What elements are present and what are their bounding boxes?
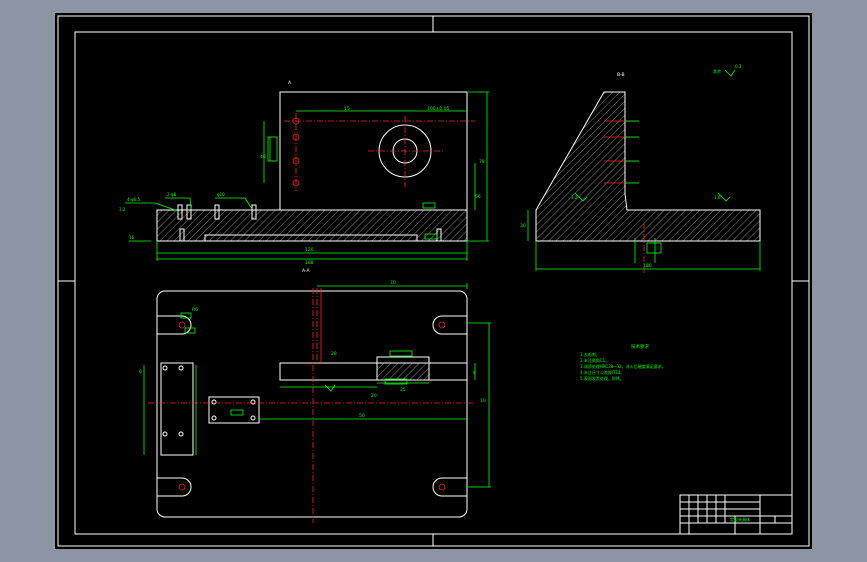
dim-40: 40 [260, 154, 266, 160]
dim-188: 188 [305, 260, 314, 266]
top-dim-70: 70 [390, 280, 396, 286]
dim-100: 100±0.05 [427, 106, 450, 112]
notes-title: 技术要求 [631, 343, 649, 350]
dim-56: 56 [475, 194, 481, 200]
top-plate-outline [156, 290, 468, 518]
top-dim-20: 20 [371, 393, 377, 399]
label-phi: φ10 [217, 192, 225, 197]
top-dim-10: 10 [480, 398, 486, 404]
general-roughness: 其余 [713, 68, 721, 74]
note-line-4: 4.未注尺寸公差按IT14。 [580, 369, 625, 375]
top-dim-25: 25 [400, 387, 406, 393]
top-dim-6: 6 [139, 369, 142, 375]
cad-viewport[interactable]: A 15 100±0.05 120 188 78 40 56 4-φ6.5 2-… [0, 0, 867, 562]
note-line-3: 3.调质处理HRC28~32，淬火后硬度满足要求。 [580, 363, 666, 369]
label-4-holes: 4-φ6.5 [127, 197, 140, 202]
label-16: 16 [129, 235, 135, 240]
top-dim-8: 8 [473, 370, 476, 376]
outer-border [57, 15, 810, 547]
side-view-label: B-B [617, 72, 625, 78]
general-roughness-value: 6.3 [735, 64, 742, 69]
note-line-2: 2.未注倒角C1。 [580, 357, 609, 363]
side-roughness-b: 1.6 [714, 195, 721, 200]
title-block: 定位夹具体 [679, 494, 793, 535]
front-view-label: A [288, 80, 292, 86]
top-dim-50: 50 [359, 413, 365, 419]
title-block-part-name: 定位夹具体 [730, 516, 750, 522]
label-2-holes: 2-φ8 [167, 192, 177, 197]
top-view: A-A 70 50 28 20 25 8 10 R6 6 [139, 268, 491, 523]
top-dim-28: 28 [331, 351, 337, 357]
side-dim-width: 180 [643, 263, 652, 269]
dim-15: 15 [344, 106, 350, 112]
side-roughness-a: 3.2 [571, 195, 578, 200]
front-base-section [156, 209, 468, 242]
note-line-5: 5.表面发黑处理，防锈。 [580, 375, 624, 381]
top-dim-r6: R6 [192, 307, 198, 313]
dim-120: 120 [305, 247, 314, 253]
technical-notes: 技术要求 1.去毛刺。 2.未注倒角C1。 3.调质处理HRC28~32，淬火后… [580, 343, 666, 381]
drawing-sheet: A 15 100±0.05 120 188 78 40 56 4-φ6.5 2-… [55, 13, 812, 549]
side-dim-height: 30 [520, 223, 526, 229]
rib-section [376, 362, 430, 381]
dim-78: 78 [479, 159, 485, 165]
note-line-1: 1.去毛刺。 [580, 351, 600, 357]
drawing-canvas: A 15 100±0.05 120 188 78 40 56 4-φ6.5 2-… [57, 15, 810, 547]
top-view-label: A-A [302, 268, 311, 274]
front-view: A 15 100±0.05 120 188 78 40 56 4-φ6.5 2-… [119, 80, 489, 266]
label-r32-left: 3.2 [119, 207, 126, 212]
side-view: B-B 180 30 3.2 1.6 其余 6.3 [520, 64, 761, 273]
